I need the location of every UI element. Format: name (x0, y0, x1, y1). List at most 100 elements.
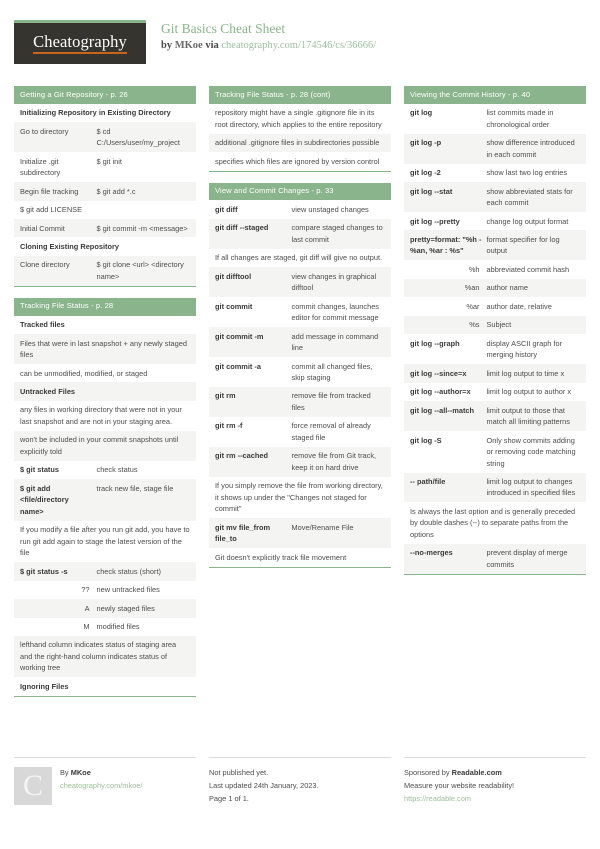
row-value: Move/Rename File (291, 522, 354, 532)
table-row: %an author name (404, 278, 586, 298)
row-value: $ cd C:/Users/user/my_project (96, 126, 180, 148)
page-header: Cheatography Git Basics Cheat Sheet by M… (0, 0, 600, 64)
page-footer: C By MKoe cheatography.com/mkoe/ Not pub… (0, 757, 600, 806)
table-row: %s Subject (404, 315, 586, 335)
row-key: %h (468, 264, 480, 274)
block-note: repository might have a single .gitignor… (215, 108, 382, 129)
table-row: git log -2 show last two log entries (404, 164, 586, 182)
table-row: Anewly staged files (14, 599, 196, 618)
byline-source-link[interactable]: cheatography.com/174546/cs/36666/ (221, 40, 376, 51)
avatar: C (14, 767, 52, 805)
row-key: git commit -m (215, 331, 264, 341)
table-row: git log --author=x limit log output to au… (404, 383, 586, 401)
row-value: remove file from Git track, keep it on h… (291, 451, 377, 472)
row-value: newly staged files (96, 603, 155, 613)
row-key: Initial Commit (20, 223, 65, 233)
row-key: ?? (81, 585, 90, 595)
table-row: git log --stat show abbreviated stats for… (404, 182, 586, 212)
row-key: git log --all--match (410, 405, 475, 415)
row-value: limit log output to time x (486, 368, 565, 378)
row-key: git rm -f (215, 421, 243, 431)
row-key: git log --pretty (410, 216, 460, 226)
row-value: $ git add *.c (96, 186, 136, 196)
row-key: M (83, 622, 90, 631)
row-value: display ASCII graph for merging history (486, 338, 563, 360)
row-value (97, 204, 191, 215)
table-row: git difftool view changes in graphical di… (209, 267, 391, 298)
row-key: $ git add <file/directory name> (20, 483, 69, 516)
table-row: git log --all--match limit output to thos… (404, 401, 586, 432)
block-note: Git doesn't explicitly track file moveme… (215, 552, 347, 562)
block-note: additional .gitignore files in subdirect… (209, 133, 391, 153)
row-value: show difference introduced in each commi… (486, 138, 575, 159)
table-row: git commit -a commit all changed files, s… (209, 357, 391, 387)
row-key: Initialize .git subdirectory (20, 156, 61, 178)
row-value: view unstaged changes (291, 204, 369, 214)
row-key: git log --stat (410, 186, 453, 196)
row-value: $ git commit -m <message> (96, 223, 188, 233)
row-key: git log -p (410, 138, 442, 148)
byline-author[interactable]: MKoe (175, 40, 203, 51)
row-key: git log (410, 108, 433, 118)
footer-publish-col: Not published yet. Last updated 24th Jan… (209, 757, 391, 806)
row-value: list commits made in chronological order (486, 108, 554, 129)
last-updated: Last updated 24th January, 2023. (209, 780, 319, 790)
table-row: git rm --cached remove file from Git trac… (209, 446, 391, 477)
sponsor-name[interactable]: Readable.com (452, 768, 502, 777)
table-row: git diff view unstaged changes (209, 200, 391, 218)
row-value: author date, relative (486, 301, 552, 311)
table-row: git log --graph display ASCII graph for m… (404, 334, 586, 364)
row-value: format specifier for log output (486, 234, 560, 256)
table-row: git log --since=x limit log output to tim… (404, 364, 586, 383)
table-row: Go to directory $ cd C:/Users/user/my_pro… (14, 122, 196, 153)
block-subheading: Cloning Existing Repository (20, 241, 119, 251)
row-value: Only show commits adding or removing cod… (486, 435, 576, 468)
title-block: Git Basics Cheat Sheet by MKoe via cheat… (161, 20, 376, 54)
sponsor-url[interactable]: https://readable.com (404, 793, 586, 806)
table-row: git commit commit changes, launches edito… (209, 297, 391, 327)
table-row: $ git add <file/directory name> track new… (14, 479, 196, 521)
footer-author-url[interactable]: cheatography.com/mkoe/ (60, 780, 142, 793)
table-row: Begin file tracking $ git add *.c (14, 182, 196, 201)
row-key: --no-merges (410, 548, 453, 558)
table-row: $ git status check status (14, 461, 196, 479)
row-key: Begin file tracking (20, 186, 79, 196)
cheatography-logo[interactable]: Cheatography (14, 20, 146, 64)
table-row: git log --pretty change log output format (404, 212, 586, 230)
block-subheading: Tracked files (20, 320, 65, 330)
table-row: Initialize .git subdirectory $ git init (14, 152, 196, 182)
row-value: prevent display of merge commits (486, 548, 568, 569)
byline: by MKoe via cheatography.com/174546/cs/3… (161, 38, 376, 54)
block-subheading: Ignoring Files (20, 681, 69, 691)
cheatsheet-columns: Getting a Git Repository - p. 26 Initiali… (0, 86, 600, 708)
row-key: git commit -a (215, 361, 261, 371)
row-key: git log --graph (410, 338, 460, 348)
row-value: $ git init (96, 156, 122, 166)
cheatsheet-block: Tracking File Status - p. 28 (cont) repos… (209, 86, 391, 172)
footer-author-name[interactable]: MKoe (71, 768, 91, 777)
row-value: check status (short) (96, 566, 161, 576)
row-key: %an (464, 283, 480, 293)
cheatsheet-block: Tracking File Status - p. 28 Tracked file… (14, 297, 196, 697)
row-key: git rm (215, 391, 236, 401)
row-value: track new file, stage file (96, 483, 174, 493)
table-row: $ git add LICENSE (14, 201, 196, 219)
row-value: commit changes, launches editor for comm… (291, 301, 380, 323)
row-value: $ git clone <url> <directory name> (96, 260, 184, 281)
table-row: Mmodified files (14, 618, 196, 636)
row-value: limit log output to author x (486, 387, 572, 397)
cheatsheet-block: Viewing the Commit History - p. 40 git lo… (404, 86, 586, 575)
block-rows: Initializing Repository in Existing Dire… (14, 104, 196, 286)
table-row: %ar author date, relative (404, 297, 586, 315)
cheatsheet-column: Viewing the Commit History - p. 40 git lo… (404, 86, 586, 586)
row-key: git commit (215, 301, 253, 311)
row-key: $ git status -s (20, 566, 68, 576)
row-value: remove file from tracked files (291, 391, 371, 412)
logo-wordmark: Cheatography (33, 32, 127, 55)
table-row: git diff --staged compare staged changes … (209, 218, 391, 249)
cheatsheet-block: Getting a Git Repository - p. 26 Initiali… (14, 86, 196, 287)
row-key: $ git add LICENSE (20, 205, 83, 215)
footer-author-col: C By MKoe cheatography.com/mkoe/ (14, 757, 196, 806)
sponsor-prefix: Sponsored by (404, 768, 450, 777)
row-key: git mv file_from file_to (215, 522, 271, 544)
